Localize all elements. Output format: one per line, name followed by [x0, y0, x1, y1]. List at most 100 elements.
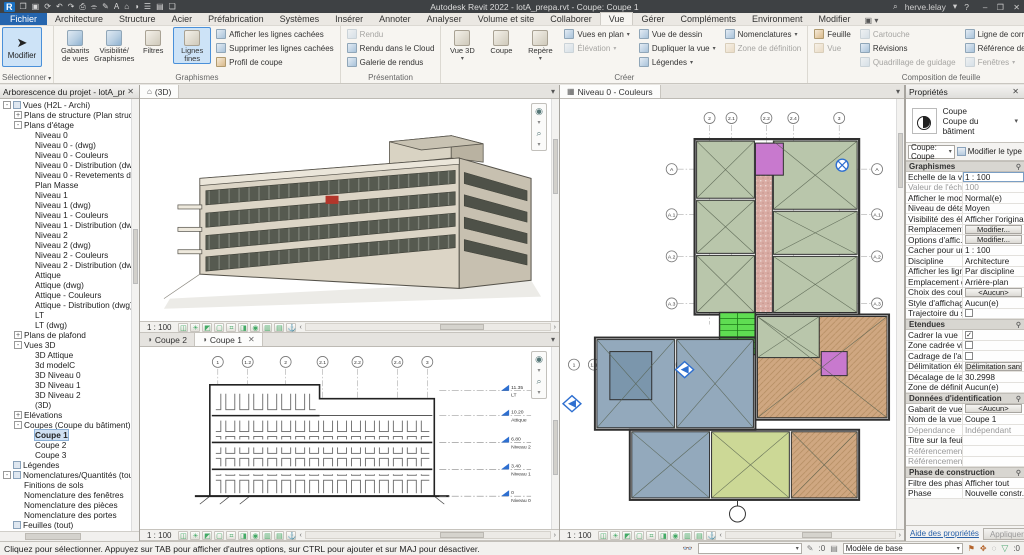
tree-expander-icon[interactable]: +	[14, 111, 22, 119]
property-value[interactable]: Arrière-plan	[963, 277, 1024, 287]
tree-item[interactable]: Niveau 2 - Couleurs	[0, 250, 139, 260]
tree-item[interactable]: Légendes	[0, 460, 139, 470]
level-head-icon[interactable]	[501, 437, 509, 443]
visibility-graphics-button[interactable]: Visibilité/ Graphismes	[95, 27, 133, 64]
ribbon-tab-analyser[interactable]: Analyser	[419, 13, 470, 25]
tree-item[interactable]: Niveau 0 - Distribution (dwg)	[0, 160, 139, 170]
tree-item[interactable]: Niveau 2 (dwg)	[0, 240, 139, 250]
worksharing-display-icon[interactable]: ▥	[262, 531, 272, 540]
checkbox[interactable]	[965, 352, 973, 360]
pin-icon[interactable]: ⚲	[1016, 469, 1021, 477]
drafting-view-button[interactable]: Vue de dessin	[635, 27, 720, 41]
close-icon[interactable]: ✕	[1010, 87, 1021, 96]
tree-item[interactable]: +Plans de plafond	[0, 330, 139, 340]
temporary-hide-icon[interactable]: ◨	[238, 323, 248, 332]
close-icon[interactable]: ✕	[125, 87, 136, 96]
show-crop-icon[interactable]: ⌗	[226, 531, 236, 540]
checkbox[interactable]: ✓	[965, 331, 973, 339]
tree-expander-icon[interactable]: -	[3, 101, 11, 109]
search-icon[interactable]: ⌕	[893, 1, 898, 12]
ribbon-tab-volume-et-site[interactable]: Volume et site	[470, 13, 543, 25]
tree-item[interactable]: Nomenclature des portes	[0, 510, 139, 520]
ribbon-tab-ins-rer[interactable]: Insérer	[327, 13, 371, 25]
property-value[interactable]: 30.2998	[963, 372, 1024, 382]
worksharing-display-icon[interactable]: ▥	[262, 323, 272, 332]
tab-overflow-icon[interactable]: ▾	[547, 85, 559, 98]
restore-icon[interactable]: ❐	[997, 3, 1004, 12]
ribbon-tab-structure[interactable]: Structure	[111, 13, 164, 25]
property-value[interactable]	[963, 457, 1024, 467]
temporary-view-properties-icon[interactable]: ▤	[274, 531, 284, 540]
section-hscrollbar[interactable]	[305, 531, 551, 539]
ribbon-tab-architecture[interactable]: Architecture	[47, 13, 111, 25]
press-drag-icon[interactable]: ✥	[980, 544, 987, 553]
property-button[interactable]: <Aucun>	[965, 404, 1022, 413]
view-scale[interactable]: 1 : 100	[143, 530, 175, 541]
print-icon[interactable]: ⎙	[79, 0, 85, 13]
tree-item[interactable]: Plan Masse	[0, 180, 139, 190]
remove-hidden-lines-button[interactable]: Supprimer les lignes cachées	[212, 41, 338, 55]
modify-button[interactable]: ➤ Modifier	[2, 27, 42, 67]
ribbon-tab-acier[interactable]: Acier	[164, 13, 201, 25]
view-tab-coupe1[interactable]: ◑ Coupe 1 ✕	[195, 333, 263, 346]
show-crop-icon[interactable]: ⌗	[226, 323, 236, 332]
signin-user[interactable]: herve.lelay	[905, 2, 946, 12]
level-head-icon[interactable]	[501, 410, 509, 416]
close-icon[interactable]: ✕	[248, 335, 255, 344]
properties-help-link[interactable]: Aide des propriétés	[910, 529, 979, 538]
minimize-icon[interactable]: –	[983, 3, 987, 12]
tree-item[interactable]: Niveau 1 (dwg)	[0, 200, 139, 210]
section-icon[interactable]: ◑	[134, 0, 139, 13]
scroll-right-icon[interactable]: ›	[899, 532, 901, 539]
tab-options-icon[interactable]: ▣ ▾	[865, 16, 879, 25]
property-value[interactable]: Indépendant	[963, 425, 1024, 435]
visual-style-icon[interactable]: ◫	[598, 531, 608, 540]
crop-view-icon[interactable]: ▢	[634, 531, 644, 540]
property-value[interactable]: <Aucun>	[963, 288, 1024, 298]
tree-item[interactable]: LT	[0, 310, 139, 320]
temporary-hide-icon[interactable]: ◨	[658, 531, 668, 540]
tree-item[interactable]: Attique	[0, 270, 139, 280]
ribbon-tab-environment[interactable]: Environment	[744, 13, 811, 25]
ribbon-tab-vue[interactable]: Vue	[600, 12, 634, 25]
revit-logo[interactable]: R	[4, 2, 15, 12]
tree-expander-icon[interactable]: -	[14, 121, 22, 129]
tree-expander-icon[interactable]: +	[14, 331, 22, 339]
property-button[interactable]: Modifier...	[965, 235, 1022, 244]
tree-expander-icon[interactable]: -	[14, 421, 22, 429]
tree-item[interactable]: Attique (dwg)	[0, 280, 139, 290]
apply-button[interactable]: Appliquer	[983, 528, 1024, 540]
view-tab-plan[interactable]: ▦ Niveau 0 - Couleurs	[560, 85, 661, 98]
ribbon-tab-syst-mes[interactable]: Systèmes	[272, 13, 328, 25]
reveal-hidden-icon[interactable]: ◉	[250, 323, 260, 332]
close-icon[interactable]: ✕	[1013, 3, 1020, 12]
panel-label-graphismes[interactable]: Graphismes	[56, 72, 338, 83]
edit-type-button[interactable]: Modifier le type	[957, 147, 1022, 156]
chevron-down-icon[interactable]: ▾	[1014, 117, 1018, 125]
tree-item[interactable]: Niveau 0 - (dwg)	[0, 140, 139, 150]
filter-icon[interactable]: ▽	[1001, 543, 1008, 554]
tree-item[interactable]: Niveau 2 - Distribution (dwg)	[0, 260, 139, 270]
tree-item[interactable]: 3D Attique	[0, 350, 139, 360]
zoom-icon[interactable]: ⌕	[536, 128, 541, 139]
measure-icon[interactable]: ⌯	[91, 0, 97, 13]
visual-style-icon[interactable]: ◫	[178, 323, 188, 332]
ribbon-tab-pr-fabrication[interactable]: Préfabrication	[200, 13, 272, 25]
tree-item[interactable]: -Nomenclatures/Quantités (tout)	[0, 470, 139, 480]
design-options-icon[interactable]: ▤	[830, 544, 838, 553]
property-value[interactable]: Coupe 1	[963, 415, 1024, 425]
tree-item[interactable]: 3d modelC	[0, 360, 139, 370]
level-head-icon[interactable]	[501, 490, 509, 496]
worksharing-display-icon[interactable]: ▥	[682, 531, 692, 540]
tree-item[interactable]: 3D Niveau 1	[0, 380, 139, 390]
ribbon-tab-modifier[interactable]: Modifier	[811, 13, 859, 25]
view-scale[interactable]: 1 : 100	[563, 530, 595, 541]
legends-button[interactable]: Légendes	[635, 55, 720, 69]
shadows-icon[interactable]: ◩	[202, 323, 212, 332]
pin-icon[interactable]: ⚲	[1016, 395, 1021, 403]
tree-item[interactable]: Nomenclature des fenêtres	[0, 490, 139, 500]
temporary-view-properties-icon[interactable]: ▤	[694, 531, 704, 540]
tree-item[interactable]: Niveau 0	[0, 130, 139, 140]
show-crop-icon[interactable]: ⌗	[646, 531, 656, 540]
visual-style-icon[interactable]: ◫	[178, 531, 188, 540]
